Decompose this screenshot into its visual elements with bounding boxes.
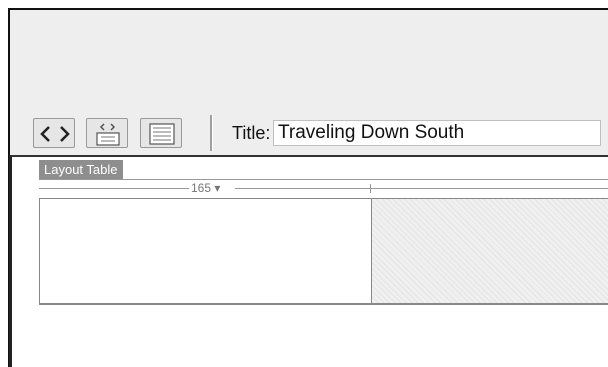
column-width-menu[interactable]: 165 ▾ bbox=[189, 180, 223, 196]
document-toolbar: Title: bbox=[10, 113, 608, 157]
ruler-line-right bbox=[235, 188, 608, 189]
design-view-button[interactable] bbox=[140, 118, 182, 148]
code-icon bbox=[40, 126, 70, 142]
empty-table-area bbox=[372, 199, 608, 303]
layout-table[interactable] bbox=[39, 198, 608, 305]
layout-table-tab[interactable]: Layout Table bbox=[39, 160, 123, 180]
column-marker bbox=[370, 184, 371, 193]
design-canvas[interactable]: Layout Table 165 ▾ bbox=[9, 155, 608, 367]
design-view-icon bbox=[149, 123, 175, 145]
column-ruler: 165 ▾ bbox=[39, 179, 608, 198]
split-view-button[interactable] bbox=[86, 118, 128, 148]
code-view-button[interactable] bbox=[33, 118, 75, 148]
toolbar-separator bbox=[210, 115, 213, 151]
ruler-line-left bbox=[39, 188, 189, 189]
layout-cell[interactable] bbox=[40, 199, 372, 303]
title-input[interactable] bbox=[273, 120, 601, 146]
title-label: Title: bbox=[232, 123, 271, 143]
split-view-icon bbox=[96, 123, 120, 146]
